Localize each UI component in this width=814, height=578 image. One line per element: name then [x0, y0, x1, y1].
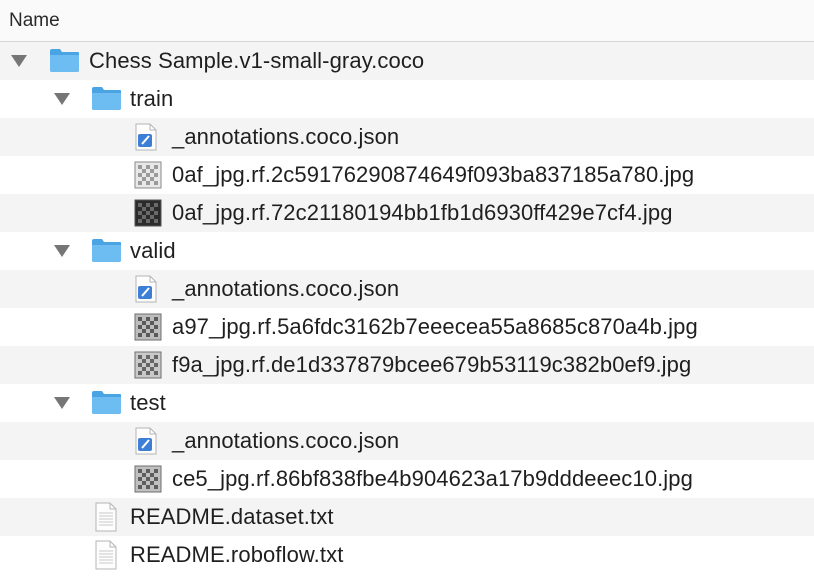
list-item-file[interactable]: README.dataset.txt: [0, 498, 814, 536]
file-label: _annotations.coco.json: [172, 276, 400, 301]
file-label: README.roboflow.txt: [130, 542, 344, 567]
file-label: f9a_jpg.rf.de1d337879bcee679b53119c382b0…: [172, 352, 692, 377]
list-item-folder-test[interactable]: test: [0, 384, 814, 422]
list-item-file[interactable]: f9a_jpg.rf.de1d337879bcee679b53119c382b0…: [0, 346, 814, 384]
text-file-icon: [94, 502, 118, 537]
list-item-file[interactable]: _annotations.coco.json: [0, 118, 814, 156]
image-thumbnail-icon: [134, 465, 162, 498]
list-item-folder-root[interactable]: Chess Sample.v1-small-gray.coco: [0, 42, 814, 80]
disclosure-triangle-icon[interactable]: [54, 93, 70, 105]
disclosure-triangle-icon[interactable]: [54, 397, 70, 409]
folder-label: Chess Sample.v1-small-gray.coco: [89, 48, 425, 73]
list-item-file[interactable]: _annotations.coco.json: [0, 422, 814, 460]
folder-label: test: [130, 390, 166, 415]
list-item-folder-valid[interactable]: valid: [0, 232, 814, 270]
list-item-file[interactable]: 0af_jpg.rf.2c59176290874649f093ba837185a…: [0, 156, 814, 194]
file-label: _annotations.coco.json: [172, 428, 400, 453]
json-file-icon: [134, 123, 158, 156]
json-file-icon: [134, 275, 158, 308]
list-item-file[interactable]: 0af_jpg.rf.72c21180194bb1fb1d6930ff429e7…: [0, 194, 814, 232]
image-thumbnail-icon: [134, 199, 162, 232]
list-item-file[interactable]: a97_jpg.rf.5a6fdc3162b7eeecea55a8685c870…: [0, 308, 814, 346]
name-column-label: Name: [9, 9, 60, 31]
name-column-header[interactable]: Name: [0, 0, 814, 42]
folder-label: valid: [130, 238, 176, 263]
folder-icon: [49, 47, 80, 78]
list-item-file[interactable]: _annotations.coco.json: [0, 270, 814, 308]
folder-icon: [91, 85, 122, 116]
file-label: a97_jpg.rf.5a6fdc3162b7eeecea55a8685c870…: [172, 314, 698, 339]
list-item-file[interactable]: README.roboflow.txt: [0, 536, 814, 574]
json-file-icon: [134, 427, 158, 460]
file-label: 0af_jpg.rf.2c59176290874649f093ba837185a…: [172, 162, 695, 187]
folder-icon: [91, 237, 122, 268]
image-thumbnail-icon: [134, 161, 162, 194]
image-thumbnail-icon: [134, 351, 162, 384]
list-item-folder-train[interactable]: train: [0, 80, 814, 118]
folder-label: train: [130, 86, 174, 111]
file-label: README.dataset.txt: [130, 504, 334, 529]
file-label: _annotations.coco.json: [172, 124, 400, 149]
file-label: ce5_jpg.rf.86bf838fbe4b904623a17b9dddeee…: [172, 466, 693, 491]
image-thumbnail-icon: [134, 313, 162, 346]
list-item-file[interactable]: ce5_jpg.rf.86bf838fbe4b904623a17b9dddeee…: [0, 460, 814, 498]
finder-list-view: Name Chess Sample.v1-small-gray.coco tra…: [0, 0, 814, 578]
text-file-icon: [94, 540, 118, 575]
disclosure-triangle-icon[interactable]: [54, 245, 70, 257]
folder-icon: [91, 389, 122, 420]
file-label: 0af_jpg.rf.72c21180194bb1fb1d6930ff429e7…: [172, 200, 673, 225]
disclosure-triangle-icon[interactable]: [11, 55, 27, 67]
